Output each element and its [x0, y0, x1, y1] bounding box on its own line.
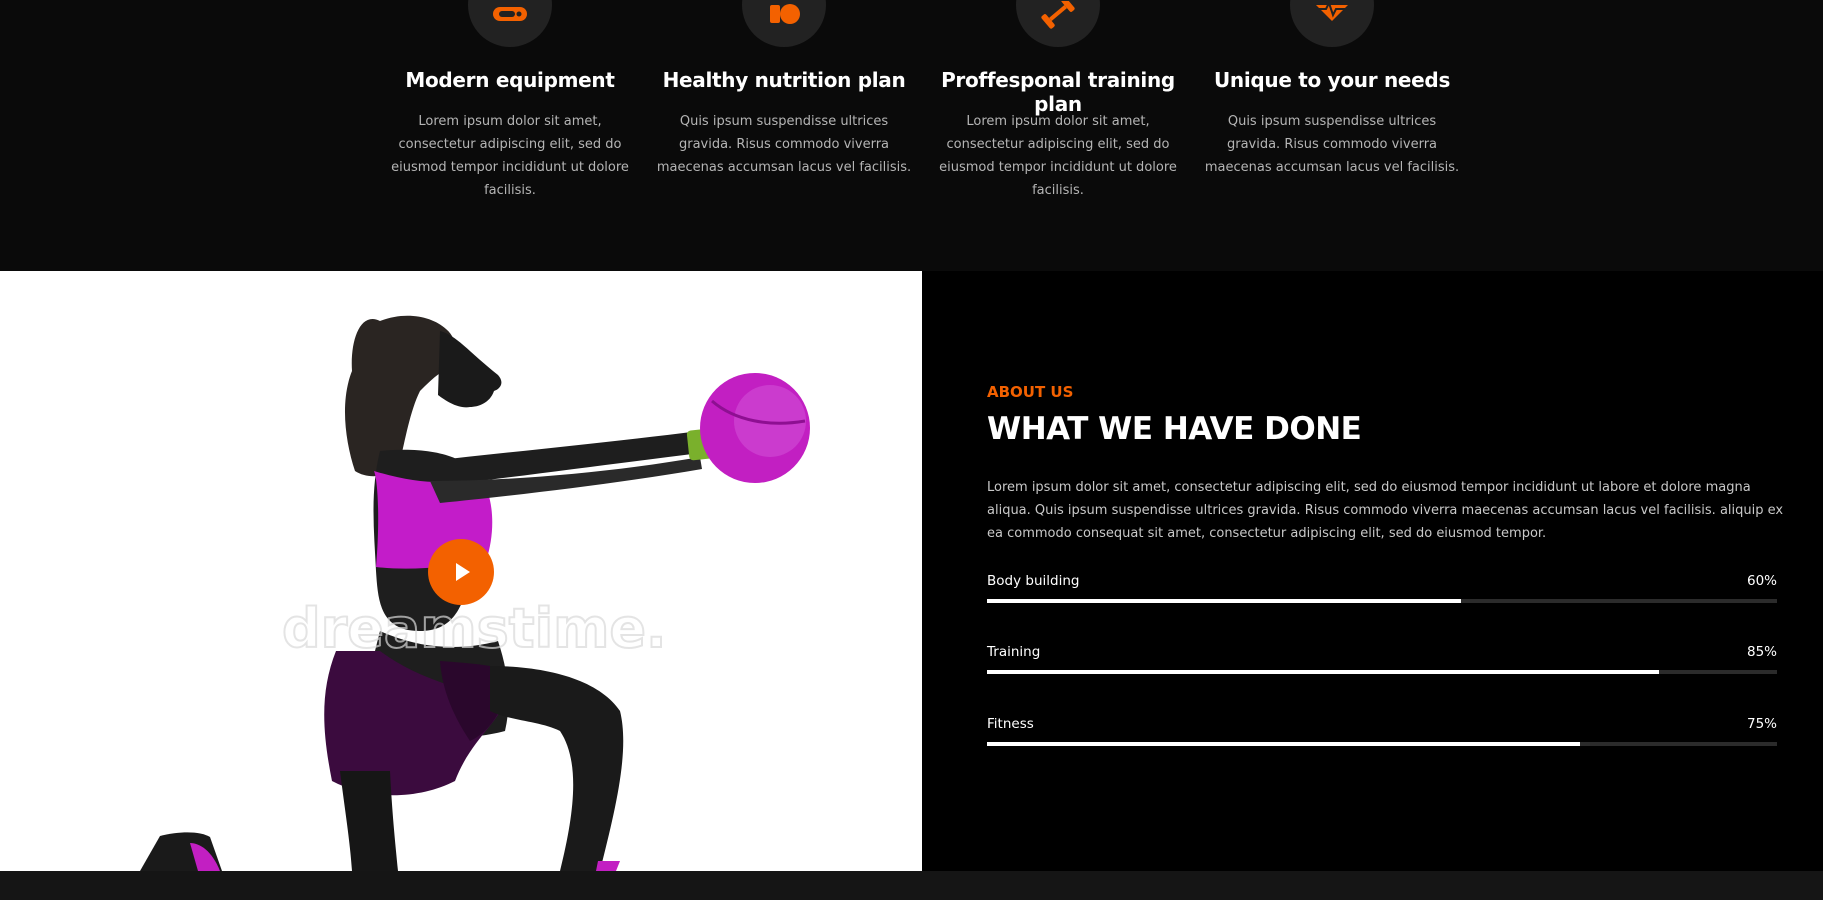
- feature-title: Proffesponal training plan: [941, 68, 1175, 116]
- skill-name: Fitness: [987, 716, 1034, 732]
- feature-text: Quis ipsum suspendisse ultrices gravida.…: [1204, 114, 1460, 175]
- feature-icon-circle: [742, 0, 826, 47]
- feature-icon-circle: [1290, 0, 1374, 47]
- feature-title: Healthy nutrition plan: [662, 68, 906, 92]
- skill-name: Body building: [987, 573, 1080, 589]
- skill-name: Training: [987, 644, 1041, 660]
- skill-progress-fill: [987, 670, 1659, 674]
- feature-text: Lorem ipsum dolor sit amet, consectetur …: [391, 114, 629, 198]
- dumbbell-icon: [1041, 1, 1075, 29]
- skill-progress-fill: [987, 742, 1580, 746]
- skill-percent: 75%: [1746, 716, 1777, 732]
- skill-percent: 60%: [1746, 573, 1777, 589]
- watermark-text: dreamstime.: [282, 597, 667, 660]
- athlete-image: dreamstime.: [0, 271, 922, 871]
- heartbeat-icon: [1316, 1, 1348, 21]
- apple-icon: [770, 4, 800, 24]
- feature-icon-circle: [468, 0, 552, 47]
- skill-progress-track: [987, 742, 1777, 746]
- play-icon: [456, 563, 470, 581]
- feature-title: Modern equipment: [405, 68, 615, 92]
- treadmill-icon: [493, 7, 527, 21]
- skill-progress-track: [987, 599, 1777, 603]
- about-section: ABOUT US WHAT WE HAVE DONE Lorem ipsum d…: [922, 271, 1823, 871]
- skill-body-building: Body building 60%: [987, 573, 1777, 613]
- about-label: ABOUT US: [987, 383, 1074, 401]
- next-section-edge: [0, 871, 1823, 900]
- skill-progress-track: [987, 670, 1777, 674]
- feature-text: Lorem ipsum dolor sit amet, consectetur …: [939, 114, 1177, 198]
- skill-fitness: Fitness 75%: [987, 716, 1777, 756]
- play-video-button[interactable]: [428, 539, 494, 605]
- about-title: WHAT WE HAVE DONE: [987, 411, 1362, 447]
- skill-percent: 85%: [1746, 644, 1777, 660]
- feature-title: Unique to your needs: [1213, 68, 1451, 92]
- about-text: Lorem ipsum dolor sit amet, consectetur …: [987, 480, 1784, 541]
- skill-training: Training 85%: [987, 644, 1777, 684]
- features-section: Modern equipment Lorem ipsum dolor sit a…: [0, 0, 1823, 271]
- feature-text: Quis ipsum suspendisse ultrices gravida.…: [656, 114, 912, 175]
- feature-icon-circle: [1016, 0, 1100, 47]
- skill-progress-fill: [987, 599, 1461, 603]
